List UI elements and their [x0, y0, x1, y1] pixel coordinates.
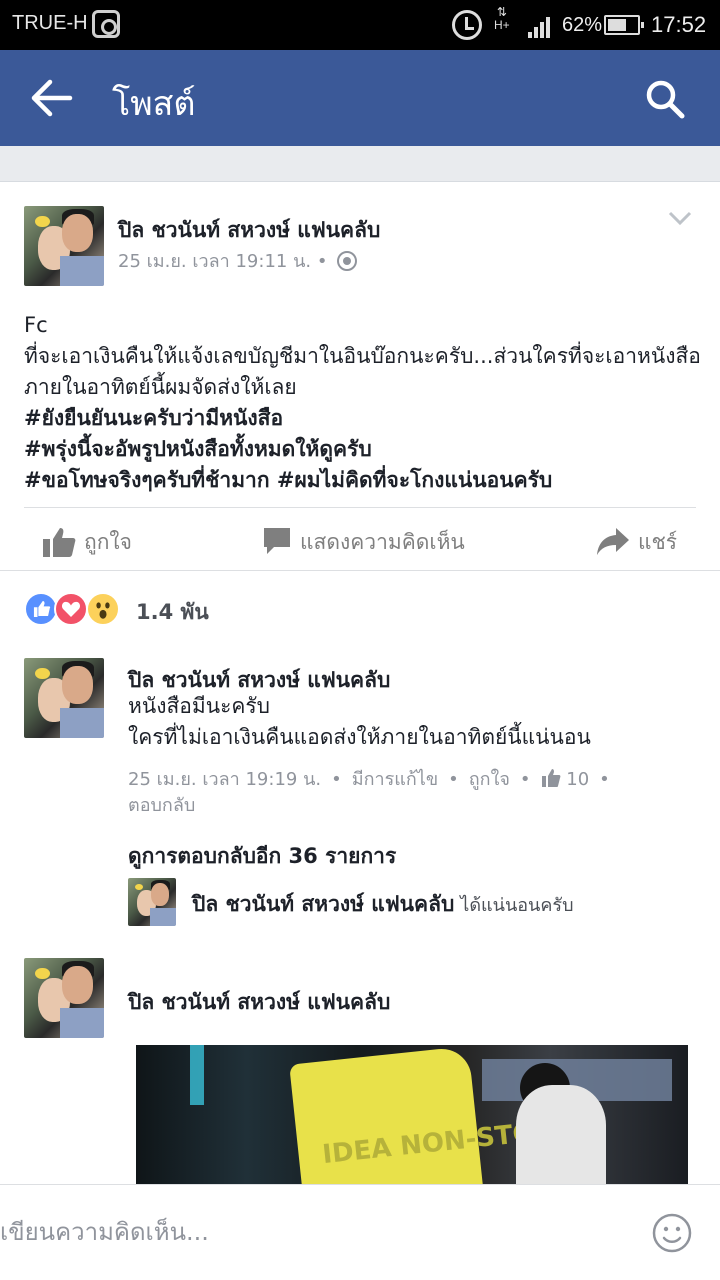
page-title: โพสต์ [112, 84, 196, 124]
divider [24, 507, 696, 508]
post-author[interactable]: ปิล ชวนันท์ สหวงษ์ แฟนคลับ [118, 214, 380, 247]
network-indicator: ⇅ H+ [494, 5, 510, 32]
reply-text: ได้แน่นอนครับ [460, 895, 574, 916]
post-actions: ถูกใจ แสดงความคิดเห็น แชร์ [0, 514, 720, 570]
reply-button[interactable]: ตอบกลับ [128, 790, 195, 819]
carrier-label: TRUE-H [12, 12, 88, 34]
app-bar: โพสต์ [0, 50, 720, 146]
comment-input[interactable] [0, 1207, 620, 1257]
thumbs-up-icon [541, 769, 560, 787]
comment-like-button[interactable]: ถูกใจ [469, 769, 510, 790]
comment-icon [264, 528, 290, 554]
edited-label[interactable]: มีการแก้ไข [352, 769, 438, 790]
divider [0, 570, 720, 571]
comment-photo[interactable]: IDEA NON-STO [136, 1045, 688, 1185]
hashtag-line[interactable]: #ขอโทษจริงๆครับที่ช้ามาก #ผมไม่คิดที่จะโ… [24, 465, 704, 496]
share-button[interactable]: แชร์ [596, 524, 696, 560]
comment-like-count: 10 [566, 769, 590, 790]
comment-author[interactable]: ปิล ชวนันท์ สหวงษ์ แฟนคลับ [128, 986, 390, 1019]
love-reaction-icon [54, 592, 88, 626]
share-arrow-icon [597, 528, 629, 555]
like-reaction-icon [24, 592, 58, 626]
globe-icon [337, 251, 358, 271]
avatar[interactable] [24, 658, 104, 738]
alarm-icon [452, 10, 482, 40]
reply-preview[interactable]: ปิล ชวนันท์ สหวงษ์ แฟนคลับ ได้แน่นอนครับ [192, 888, 574, 921]
like-button[interactable]: ถูกใจ [42, 524, 152, 560]
instagram-notification-icon [92, 10, 120, 38]
avatar[interactable] [24, 958, 104, 1038]
wow-reaction-icon [86, 592, 120, 626]
reply-author: ปิล ชวนันท์ สหวงษ์ แฟนคลับ [192, 892, 455, 916]
post-line: Fc [24, 313, 48, 337]
hashtag-line[interactable]: #ยังยืนยันนะครับว่ามีหนังสือ [24, 403, 704, 434]
post-line: ที่จะเอาเงินคืนให้แจ้งเลขบัญชีมาในอินบ๊อ… [24, 344, 701, 399]
reaction-count: 1.4 พัน [136, 600, 209, 624]
search-icon[interactable] [644, 78, 686, 120]
clock: 17:52 [651, 12, 707, 37]
comment-meta: 25 เม.ย. เวลา 19:19 น. • มีการแก้ไข • ถูกใจ •… [128, 769, 610, 790]
post-body: Fc ที่จะเอาเงินคืนให้แจ้งเลขบัญชีมาในอิน… [24, 310, 704, 496]
view-more-replies[interactable]: ดูการตอบกลับอีก 36 รายการ [128, 840, 396, 873]
status-bar: TRUE-H ⇅ H+ 62% 17:52 [0, 0, 720, 50]
battery-icon [604, 15, 644, 35]
post-meta: 25 เม.ย. เวลา 19:11 น. • [118, 246, 358, 275]
comment-time: 25 เม.ย. เวลา 19:19 น. [128, 769, 322, 790]
reaction-summary[interactable]: 1.4 พัน [24, 592, 324, 628]
comment-button[interactable]: แสดงความคิดเห็น [262, 524, 502, 560]
comment-text: หนังสือมีนะครับ ใครที่ไม่เอาเงินคืนแอดส่… [128, 694, 591, 749]
comment-composer [0, 1184, 720, 1280]
thumbs-up-icon [43, 528, 76, 557]
signal-strength-icon [528, 16, 554, 38]
chevron-down-icon[interactable] [668, 210, 692, 226]
feed-gap [0, 146, 720, 182]
avatar[interactable] [128, 878, 176, 926]
arrow-left-icon[interactable] [30, 78, 74, 118]
avatar[interactable] [24, 206, 104, 286]
smiley-icon[interactable] [652, 1213, 692, 1253]
battery-percentage: 62% [562, 14, 603, 36]
hashtag-line[interactable]: #พรุ่งนี้จะอัพรูปหนังสือทั้งหมดให้ดูครับ [24, 434, 704, 465]
